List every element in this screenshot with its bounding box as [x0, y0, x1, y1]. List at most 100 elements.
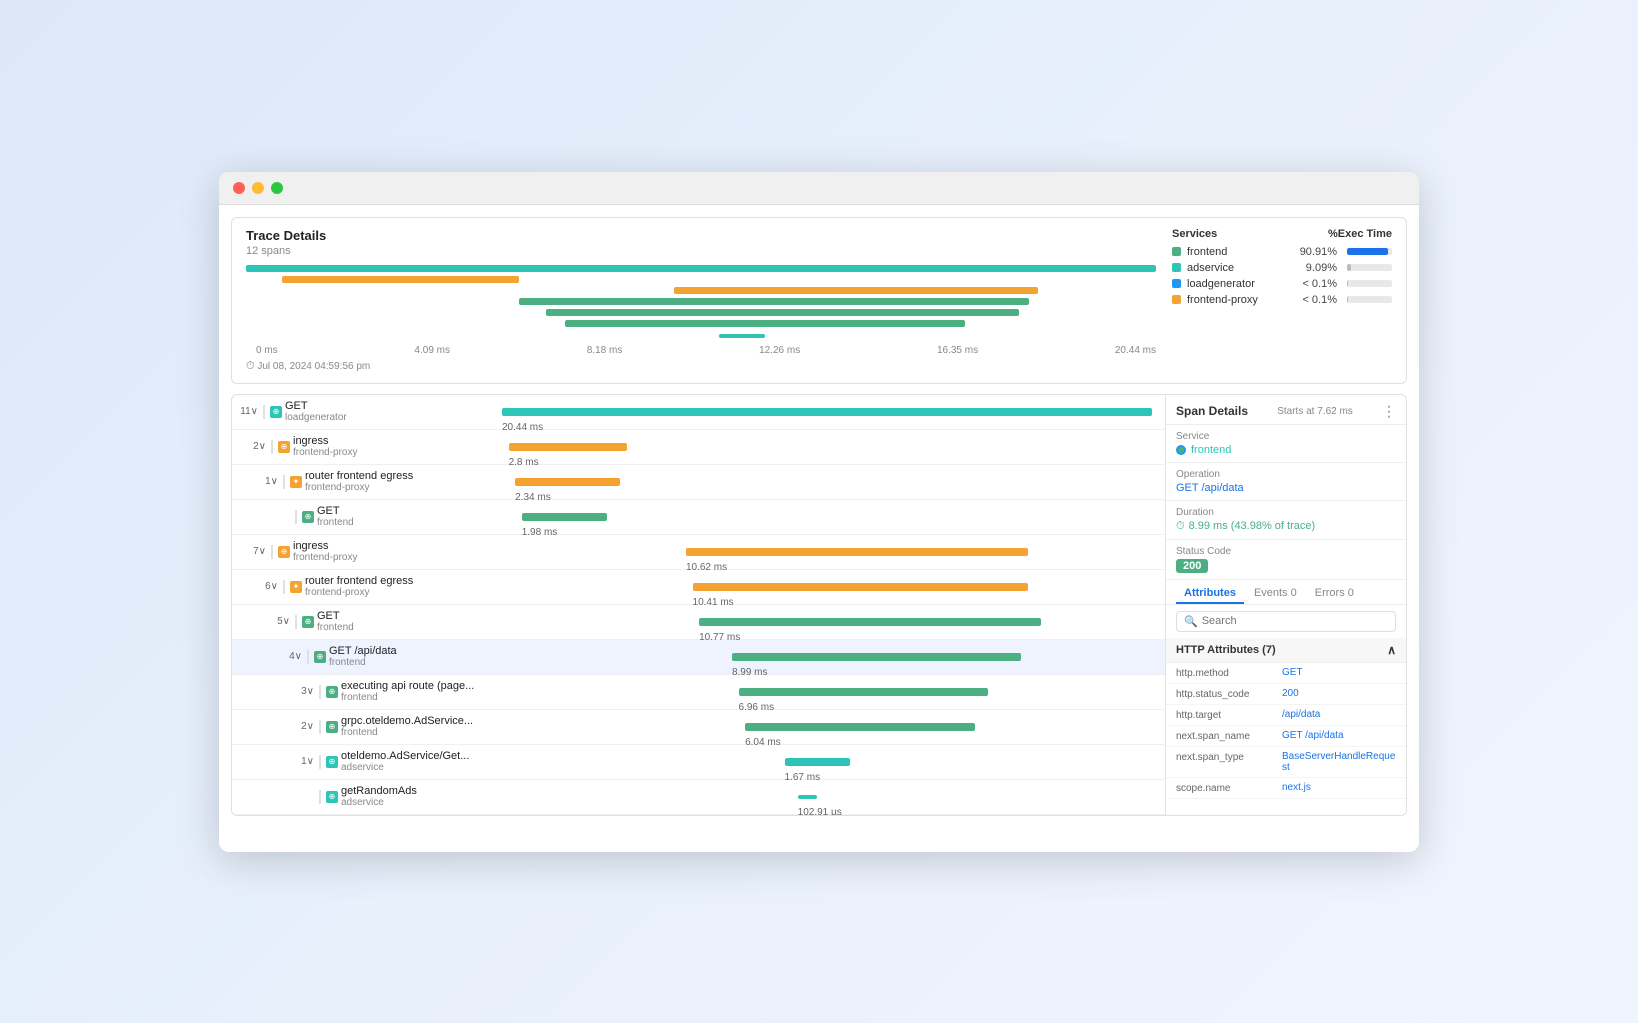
span-icon: ✦ — [290, 476, 302, 488]
span-icon: ⊕ — [326, 686, 338, 698]
span-details-title: Span Details — [1176, 404, 1248, 418]
span-left: 3∨ ⊕ executing api route (page... fronte… — [232, 680, 502, 703]
span-row[interactable]: ⊕ getRandomAds adservice 102.91 µs — [232, 780, 1165, 815]
close-dot[interactable] — [233, 182, 245, 194]
span-service: loadgenerator — [285, 412, 502, 423]
pipe — [271, 440, 273, 454]
attr-row: http.method GET — [1166, 663, 1406, 684]
attr-val: 200 — [1282, 688, 1299, 700]
span-details-panel: Span Details Starts at 7.62 ms ⋮ Service… — [1166, 395, 1406, 815]
span-row[interactable]: 3∨ ⊕ executing api route (page... fronte… — [232, 675, 1165, 710]
span-bar-container: 6.04 ms — [502, 721, 1159, 733]
span-name: GET — [285, 400, 502, 412]
span-bar-container: 10.62 ms — [502, 546, 1159, 558]
span-name: GET /api/data — [329, 645, 502, 657]
span-row[interactable]: 2∨ ⊕ grpc.oteldemo.AdService... frontend… — [232, 710, 1165, 745]
span-duration: 6.04 ms — [745, 737, 781, 748]
span-row[interactable]: 7∨ ⊕ ingress frontend-proxy 10.62 ms — [232, 535, 1165, 570]
span-duration: 10.41 ms — [693, 597, 734, 608]
span-duration: 10.77 ms — [699, 632, 740, 643]
span-service: frontend — [317, 622, 502, 633]
overview-bar — [565, 320, 965, 327]
span-row[interactable]: 1∨ ✦ router frontend egress frontend-pro… — [232, 465, 1165, 500]
span-row-selected[interactable]: 4∨ ⊕ GET /api/data frontend 8.99 ms — [232, 640, 1165, 675]
maximize-dot[interactable] — [271, 182, 283, 194]
span-icon: ⊕ — [270, 406, 282, 418]
attr-row: scope.name next.js — [1166, 778, 1406, 799]
minimize-dot[interactable] — [252, 182, 264, 194]
span-row[interactable]: 2∨ ⊕ ingress frontend-proxy 2.8 ms — [232, 430, 1165, 465]
span-count: 7∨ — [244, 546, 266, 557]
span-left: ⊕ getRandomAds adservice — [232, 785, 502, 808]
trace-subtitle: 12 spans — [246, 245, 1156, 257]
search-box[interactable]: 🔍 — [1176, 611, 1396, 632]
span-name-block: ingress frontend-proxy — [293, 540, 502, 563]
span-name: executing api route (page... — [341, 680, 502, 692]
trace-list: 11∨ ⊕ GET loadgenerator 20.44 ms — [232, 395, 1166, 815]
span-name: getRandomAds — [341, 785, 502, 797]
span-right: 2.34 ms — [502, 468, 1159, 496]
attr-key: next.span_type — [1176, 751, 1276, 773]
span-row[interactable]: 6∨ ✦ router frontend egress frontend-pro… — [232, 570, 1165, 605]
attr-row: http.target /api/data — [1166, 705, 1406, 726]
span-service: frontend-proxy — [293, 552, 502, 563]
overview-bar — [246, 265, 1156, 272]
scroll-indicator[interactable]: ⋮ — [1382, 403, 1396, 420]
tab-attributes[interactable]: Attributes — [1176, 584, 1244, 604]
attr-key: http.target — [1176, 709, 1276, 721]
span-bar — [509, 443, 627, 451]
service-bar-fill — [1347, 264, 1351, 271]
bottom-section: 11∨ ⊕ GET loadgenerator 20.44 ms — [231, 394, 1407, 816]
chevron-up-icon[interactable]: ∧ — [1387, 643, 1396, 657]
time-label: 4.09 ms — [414, 345, 450, 356]
span-bar — [739, 688, 989, 696]
span-duration: 10.62 ms — [686, 562, 727, 573]
service-pct: 90.91% — [1300, 246, 1337, 258]
span-bar — [699, 618, 1041, 626]
overview-bar — [674, 287, 1038, 294]
span-service: frontend-proxy — [305, 587, 502, 598]
attr-val: /api/data — [1282, 709, 1320, 721]
span-name-block: GET loadgenerator — [285, 400, 502, 423]
span-right: 10.77 ms — [502, 608, 1159, 636]
span-bar-container: 10.77 ms — [502, 616, 1159, 628]
span-duration: 102.91 µs — [798, 807, 842, 815]
main-content: Trace Details 12 spans — [219, 205, 1419, 828]
services-panel: Services %Exec Time frontend 90.91% adse… — [1172, 228, 1392, 373]
pipe — [283, 475, 285, 489]
span-name-block: router frontend egress frontend-proxy — [305, 575, 502, 598]
span-icon: ⊕ — [302, 616, 314, 628]
span-row[interactable]: 11∨ ⊕ GET loadgenerator 20.44 ms — [232, 395, 1165, 430]
span-row[interactable]: ⊕ GET frontend 1.98 ms — [232, 500, 1165, 535]
service-bar-bg — [1347, 296, 1392, 303]
span-duration: 8.99 ms — [732, 667, 768, 678]
span-bar-container: 10.41 ms — [502, 581, 1159, 593]
span-count: 11∨ — [236, 406, 258, 417]
tab-errors[interactable]: Errors 0 — [1307, 584, 1362, 604]
span-icon: ⊕ — [278, 546, 290, 558]
pipe — [283, 580, 285, 594]
span-name: router frontend egress — [305, 470, 502, 482]
span-left: 4∨ ⊕ GET /api/data frontend — [232, 645, 502, 668]
span-right: 6.96 ms — [502, 678, 1159, 706]
tab-events[interactable]: Events 0 — [1246, 584, 1305, 604]
http-attrs-header[interactable]: HTTP Attributes (7) ∧ — [1166, 638, 1406, 663]
span-row[interactable]: 5∨ ⊕ GET frontend 10.77 ms — [232, 605, 1165, 640]
span-bar-container: 2.34 ms — [502, 476, 1159, 488]
span-bar — [693, 583, 1028, 591]
attr-key: scope.name — [1176, 782, 1276, 794]
attr-key: http.status_code — [1176, 688, 1276, 700]
overview-bar-row — [246, 320, 1156, 328]
span-row[interactable]: 1∨ ⊕ oteldemo.AdService/Get... adservice… — [232, 745, 1165, 780]
service-row: adservice 9.09% — [1172, 262, 1392, 274]
search-input[interactable] — [1202, 615, 1388, 627]
overview-bar-row — [246, 309, 1156, 317]
pipe — [319, 790, 321, 804]
time-label: 20.44 ms — [1115, 345, 1156, 356]
pipe — [319, 720, 321, 734]
span-name-block: ingress frontend-proxy — [293, 435, 502, 458]
span-right: 6.04 ms — [502, 713, 1159, 741]
browser-window: Trace Details 12 spans — [219, 172, 1419, 852]
http-attrs-title: HTTP Attributes (7) — [1176, 644, 1276, 656]
span-icon: ⊕ — [278, 441, 290, 453]
